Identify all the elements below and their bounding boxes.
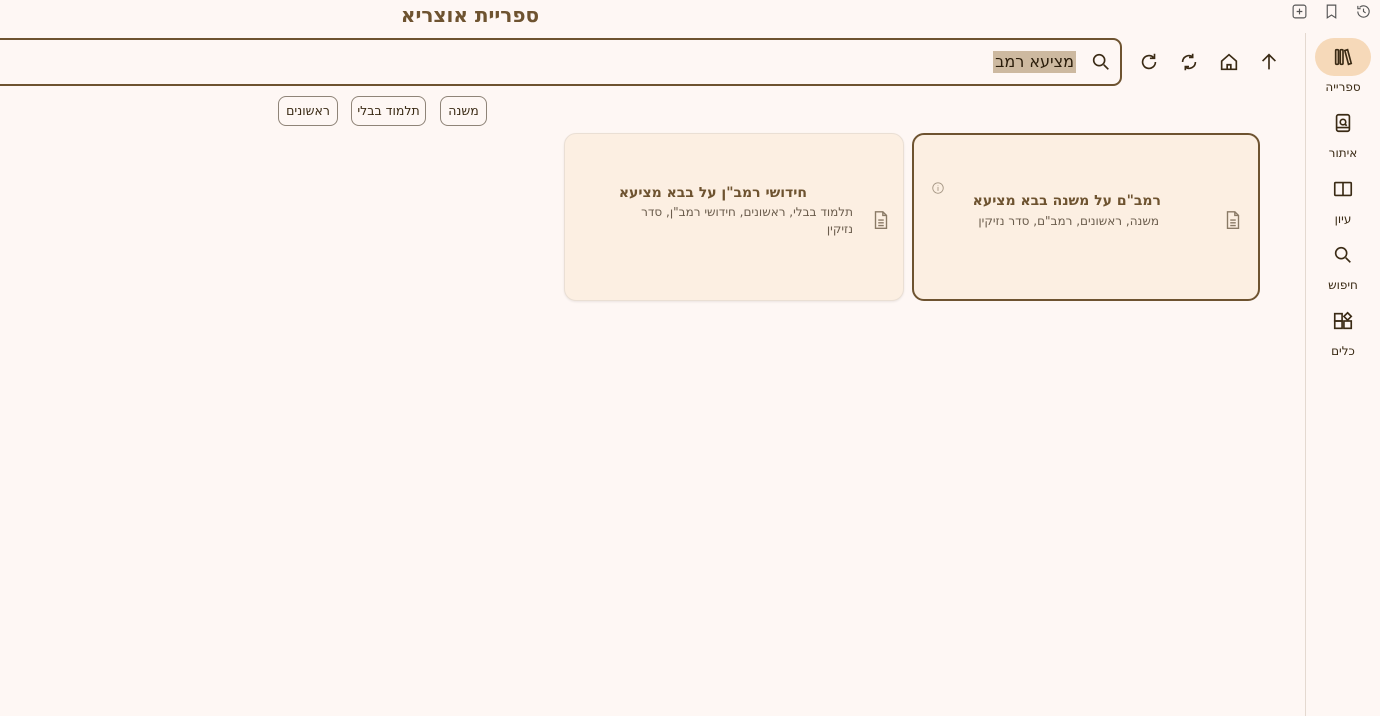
sidebar-item-library[interactable]: ספרייה (1315, 38, 1371, 98)
result-title: רמב"ם על משנה בבא מציעא (972, 193, 1161, 209)
refresh-icon (1141, 53, 1157, 70)
filter-chip-mishnah[interactable]: משנה (440, 96, 487, 126)
result-card[interactable]: חידושי רמב"ן על בבא מציעא תלמוד בבלי, רא… (564, 133, 904, 301)
result-card[interactable]: רמב"ם על משנה בבא מציעא משנה, ראשונים, ר… (912, 133, 1260, 301)
app-title: ספריית אוצריא (400, 3, 540, 27)
home-icon (1220, 53, 1238, 71)
search-icon (1092, 53, 1109, 70)
sidebar-item-study[interactable]: עיון (1315, 170, 1371, 230)
arrow-up-icon (1261, 53, 1277, 70)
document-icon (1222, 209, 1244, 231)
sidebar-item-find[interactable]: איתור (1315, 104, 1371, 164)
result-subtitle: תלמוד בבלי, ראשונים, חידושי רמב"ן, סדר נ… (641, 205, 853, 236)
filter-chip-rishonim[interactable]: ראשונים (278, 96, 338, 126)
search-input[interactable]: מציעא רמב (0, 38, 1122, 86)
result-title: חידושי רמב"ן על בבא מציעא (618, 185, 807, 201)
up-button[interactable] (1254, 47, 1284, 77)
refresh-button[interactable] (1134, 47, 1164, 77)
add-tab-icon[interactable] (1290, 2, 1308, 20)
document-icon (870, 209, 892, 231)
library-icon (1334, 48, 1353, 66)
search-icon (1334, 246, 1351, 263)
filter-chip-talmud-bavli[interactable]: תלמוד בבלי (351, 96, 426, 126)
home-button[interactable] (1214, 47, 1244, 77)
navigation-sidebar: ספרייה איתור עיון חיפוש כלים (1305, 33, 1380, 716)
sidebar-item-label: חיפוש (1328, 278, 1358, 292)
history-icon[interactable] (1354, 2, 1372, 20)
sidebar-item-tools[interactable]: כלים (1315, 302, 1371, 362)
sidebar-item-label: עיון (1334, 212, 1352, 226)
tools-icon (1333, 311, 1353, 330)
sync-icon (1181, 53, 1197, 71)
sidebar-item-search[interactable]: חיפוש (1315, 236, 1371, 296)
bookmark-icon[interactable] (1322, 2, 1340, 20)
info-icon[interactable] (931, 181, 945, 195)
result-subtitle: משנה, ראשונים, רמב"ם, סדר נזיקין (978, 214, 1159, 228)
sidebar-item-label: ספרייה (1325, 80, 1361, 94)
sync-button[interactable] (1174, 47, 1204, 77)
search-input-value[interactable]: מציעא רמב (993, 51, 1076, 73)
sidebar-item-label: איתור (1328, 146, 1358, 160)
find-book-icon (1335, 113, 1351, 133)
sidebar-item-label: כלים (1331, 344, 1355, 358)
open-book-icon (1333, 181, 1353, 197)
window-top-icons (1290, 2, 1372, 20)
